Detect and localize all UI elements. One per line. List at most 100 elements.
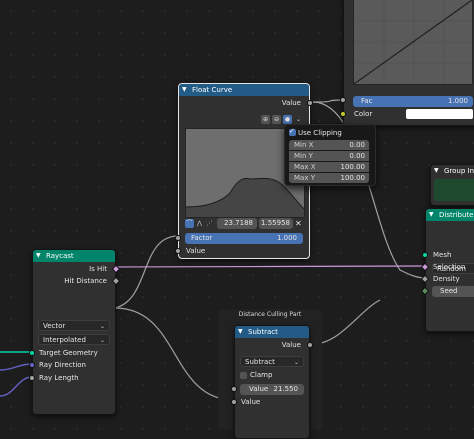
value-b-socket[interactable] xyxy=(231,399,237,405)
target-geometry-socket[interactable] xyxy=(29,350,35,356)
color-ramp-node[interactable]: Fac 1.000 Color xyxy=(340,0,474,126)
selection-label: Selection xyxy=(433,263,466,271)
zoom-out-icon[interactable]: ⊖ xyxy=(272,115,281,124)
chevron-down-icon: ⌄ xyxy=(293,359,299,366)
vector-handle-icon[interactable]: ⋀ xyxy=(195,219,204,228)
operation-value: Subtract xyxy=(245,358,275,366)
position-x-value: 23.7188 xyxy=(224,219,253,227)
ramp-curve xyxy=(354,0,472,84)
ray-length-socket[interactable] xyxy=(29,375,35,381)
link-subtract-out xyxy=(312,299,381,345)
curve-handle-bar: ⌒ ⋀ ⋰ 23.7188 1.55958 ✕ xyxy=(185,218,303,229)
collapse-chevron-icon[interactable]: ▼ xyxy=(429,209,434,221)
zoom-in-icon[interactable]: ⊕ xyxy=(261,115,270,124)
collapse-chevron-icon[interactable]: ▼ xyxy=(434,165,439,177)
raycast-node[interactable]: ▼ Raycast Is Hit Hit Distance Vector ⌄ I… xyxy=(29,249,121,415)
seed-field[interactable]: Seed xyxy=(432,286,474,297)
value-a-socket[interactable] xyxy=(231,386,237,392)
is-hit-label: Is Hit xyxy=(89,265,107,273)
min-x-label: Min X xyxy=(294,141,314,149)
auto-handle-icon[interactable]: ⌒ xyxy=(185,219,194,228)
color-swatch[interactable] xyxy=(406,109,473,119)
max-y-value: 100.00 xyxy=(340,174,366,182)
factor-label: Factor xyxy=(191,234,213,242)
min-x-field[interactable]: Min X 0.00 xyxy=(289,140,369,150)
operation-dropdown[interactable]: Subtract ⌄ xyxy=(240,356,304,367)
ray-direction-label: Ray Direction xyxy=(39,361,86,369)
link-vector-to-direction xyxy=(0,363,33,371)
subtract-node[interactable]: ▼ Subtract Value Subtract ⌄ Clamp Value … xyxy=(231,325,313,439)
color-socket[interactable] xyxy=(340,111,346,117)
group-input-node[interactable]: ▼ Group Inpu xyxy=(430,164,474,206)
raycast-title: Raycast xyxy=(46,252,74,260)
fac-slider[interactable]: Fac 1.000 xyxy=(353,96,473,107)
position-y-field[interactable]: 1.55958 xyxy=(259,218,293,229)
min-y-value: 0.00 xyxy=(349,152,365,160)
frame-label: Distance Culling Part xyxy=(238,311,302,318)
max-x-value: 100.00 xyxy=(340,163,366,171)
free-handle-icon[interactable]: ⋰ xyxy=(205,219,214,228)
factor-slider[interactable]: Factor 1.000 xyxy=(185,233,303,244)
target-geometry-label: Target Geometry xyxy=(39,349,98,357)
position-x-field[interactable]: 23.7188 xyxy=(217,218,257,229)
distribute-title: Distribute P xyxy=(439,211,474,219)
max-y-field[interactable]: Max Y 100.00 xyxy=(289,173,369,183)
clamp-checkbox[interactable] xyxy=(240,372,247,379)
color-ramp-preview xyxy=(353,0,473,85)
delete-point-icon[interactable]: ✕ xyxy=(295,218,302,229)
output-value-socket[interactable] xyxy=(307,100,313,106)
group-input-header[interactable]: ▼ Group Inpu xyxy=(431,165,474,177)
min-y-field[interactable]: Min Y 0.00 xyxy=(289,151,369,161)
subtract-output-label: Value xyxy=(281,341,301,349)
factor-socket[interactable] xyxy=(175,235,181,241)
subtract-output-socket[interactable] xyxy=(307,342,313,348)
collapse-chevron-icon[interactable]: ▼ xyxy=(182,84,187,96)
color-label: Color xyxy=(354,110,373,118)
value-field[interactable]: Value 21.550 xyxy=(240,384,304,395)
output-value-label: Value xyxy=(281,99,301,107)
mesh-socket[interactable] xyxy=(422,252,428,258)
subtract-title: Subtract xyxy=(248,328,278,336)
use-clipping-checkbox[interactable]: ✓ xyxy=(289,127,296,136)
group-input-socket-area xyxy=(434,179,474,201)
clamp-label[interactable]: Clamp xyxy=(250,370,272,380)
fac-socket[interactable] xyxy=(340,97,346,103)
subtract-header[interactable]: ▼ Subtract xyxy=(235,326,309,338)
check-icon: ✓ xyxy=(289,127,295,135)
input-value-label: Value xyxy=(186,247,206,255)
link-hitdistance-to-value xyxy=(114,235,179,309)
clipping-icon[interactable]: ● xyxy=(283,115,292,124)
link-ishit-to-selection xyxy=(113,265,427,268)
collapse-chevron-icon[interactable]: ▼ xyxy=(36,250,41,262)
chevron-down-icon: ⌄ xyxy=(99,337,105,344)
value-field-label: Value xyxy=(249,385,269,393)
value-b-label: Value xyxy=(241,398,261,406)
collapse-chevron-icon[interactable]: ▼ xyxy=(238,326,243,338)
curve-menu-icon[interactable]: ⌄ xyxy=(294,115,303,124)
fac-label: Fac xyxy=(361,97,373,105)
data-type-dropdown[interactable]: Vector ⌄ xyxy=(38,320,110,331)
hit-distance-label: Hit Distance xyxy=(64,277,107,285)
float-curve-header[interactable]: ▼ Float Curve xyxy=(179,84,309,96)
input-value-socket[interactable] xyxy=(175,248,181,254)
max-x-field[interactable]: Max X 100.00 xyxy=(289,162,369,172)
distribute-header[interactable]: ▼ Distribute P xyxy=(426,209,474,221)
float-curve-title: Float Curve xyxy=(192,86,233,94)
raycast-header[interactable]: ▼ Raycast xyxy=(33,250,115,262)
mapping-dropdown[interactable]: Interpolated ⌄ xyxy=(38,334,110,345)
density-label: Density xyxy=(433,275,460,283)
clipping-popup: ✓ Use Clipping Min X 0.00 Min Y 0.00 Max… xyxy=(284,124,376,186)
group-input-title: Group Inpu xyxy=(444,167,474,175)
max-x-label: Max X xyxy=(294,163,316,171)
data-type-value: Vector xyxy=(43,322,66,330)
seed-label: Seed xyxy=(440,287,458,295)
fac-value: 1.000 xyxy=(447,97,468,105)
min-x-value: 0.00 xyxy=(349,141,365,149)
use-clipping-label[interactable]: Use Clipping xyxy=(298,128,342,138)
max-y-label: Max Y xyxy=(294,174,315,182)
distribute-points-node[interactable]: ▼ Distribute P Random Mesh Selection Den… xyxy=(420,208,474,332)
mesh-label: Mesh xyxy=(433,251,452,259)
chevron-down-icon: ⌄ xyxy=(99,323,105,330)
ray-direction-socket[interactable] xyxy=(29,362,35,368)
position-y-value: 1.55958 xyxy=(261,219,290,227)
